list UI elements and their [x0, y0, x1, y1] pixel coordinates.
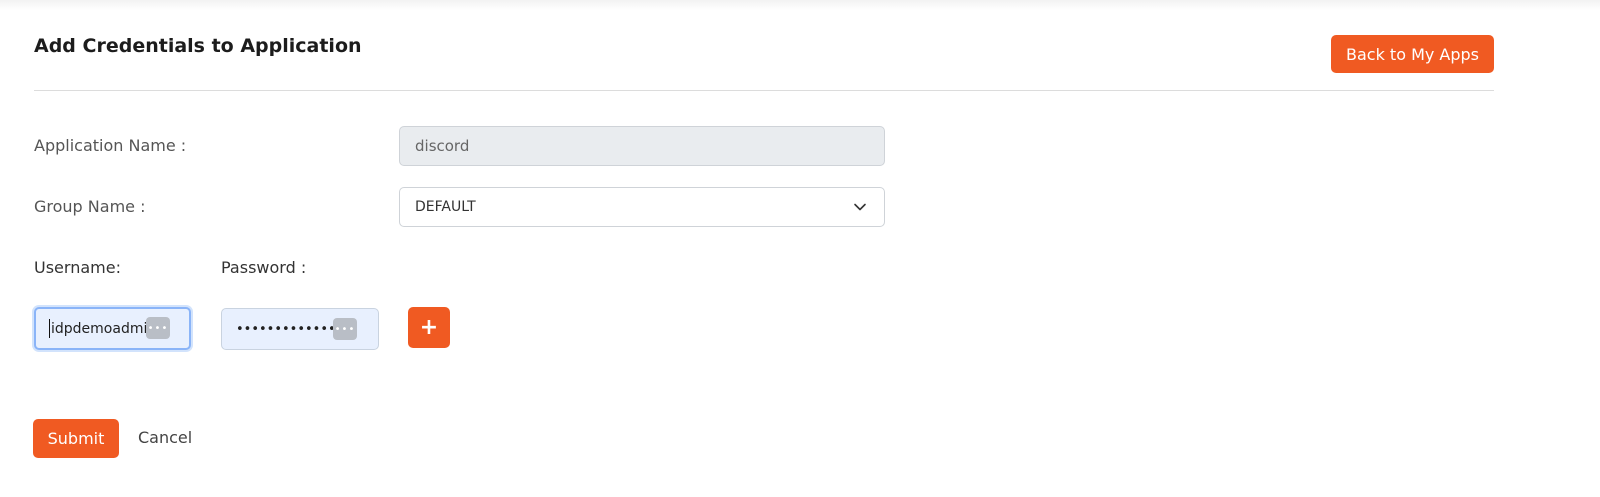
submit-button[interactable]: Submit: [33, 419, 119, 458]
header-divider: [34, 90, 1494, 91]
password-masked-value: •••••••••••••: [236, 321, 336, 337]
back-to-my-apps-button[interactable]: Back to My Apps: [1331, 35, 1494, 73]
page-title: Add Credentials to Application: [34, 35, 362, 57]
group-name-label: Group Name :: [34, 197, 146, 216]
group-name-selected-value: DEFAULT: [415, 199, 476, 215]
username-label: Username:: [34, 258, 121, 277]
password-input[interactable]: ••••••••••••• •••: [221, 308, 379, 350]
group-name-select[interactable]: DEFAULT: [399, 187, 885, 227]
add-credential-button[interactable]: +: [408, 307, 450, 348]
application-name-value: discord: [415, 137, 470, 155]
text-caret: [49, 319, 50, 338]
plus-icon: +: [419, 315, 439, 340]
application-name-label: Application Name :: [34, 136, 187, 155]
chevron-down-icon: [852, 199, 868, 215]
password-manager-icon[interactable]: •••: [333, 318, 357, 340]
username-value: idpdemoadmin: [51, 320, 157, 337]
application-name-field: discord: [399, 126, 885, 166]
cancel-link[interactable]: Cancel: [138, 428, 192, 447]
password-manager-icon[interactable]: •••: [146, 317, 170, 339]
username-input[interactable]: idpdemoadmin •••: [34, 307, 191, 350]
password-label: Password :: [221, 258, 307, 277]
top-shade: [0, 0, 1600, 10]
